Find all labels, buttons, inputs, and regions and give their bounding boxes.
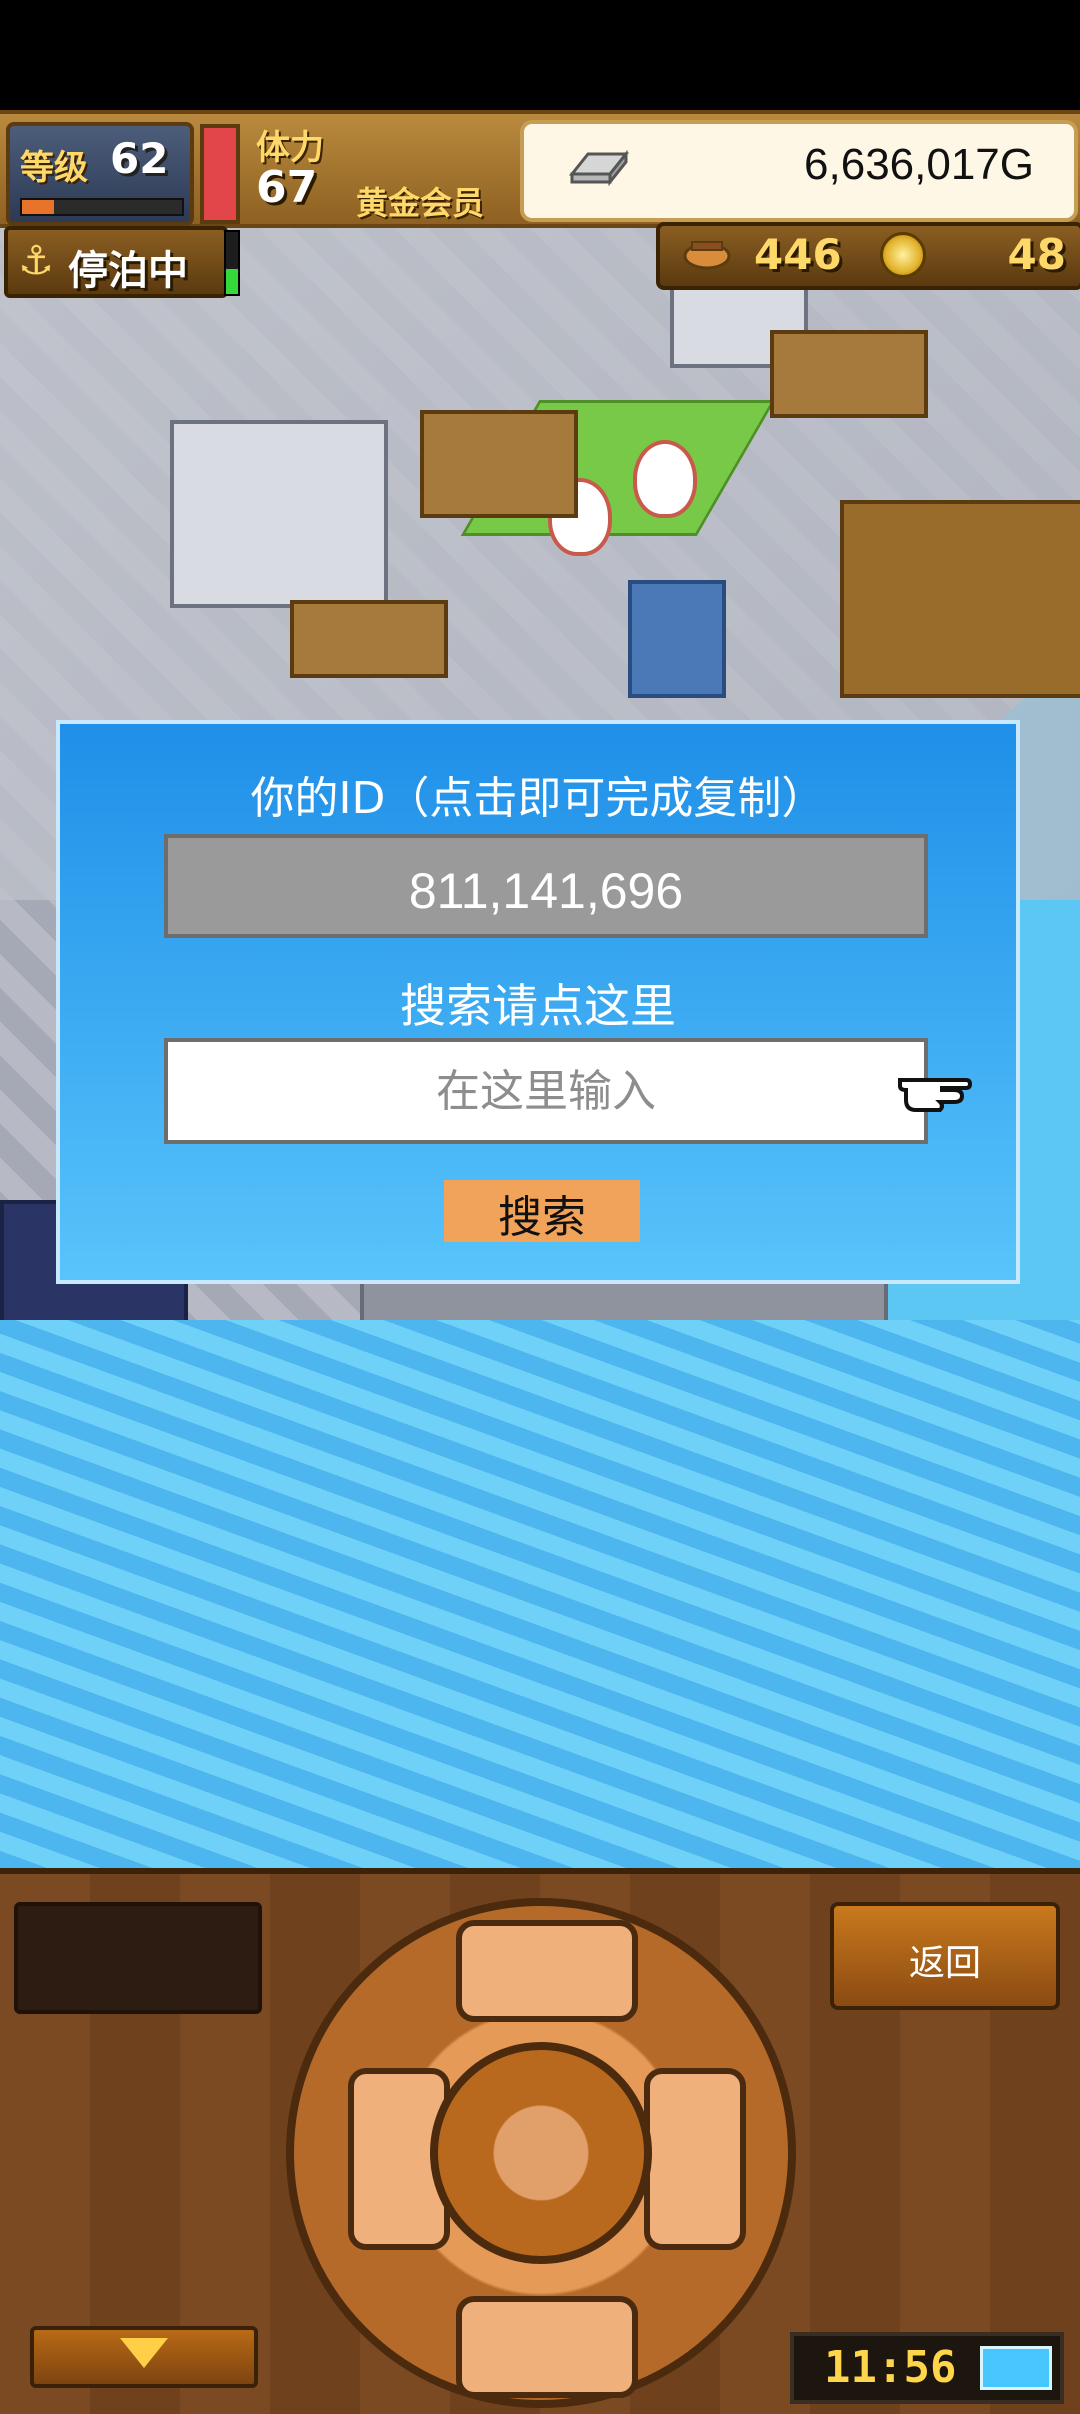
- market-stall-2: [770, 330, 928, 418]
- egg-right: [633, 440, 697, 518]
- docked-label: 停泊中: [68, 248, 188, 294]
- coin-icon: [880, 232, 926, 278]
- direction-pad[interactable]: [286, 1898, 796, 2408]
- search-title: 搜索请点这里: [400, 979, 676, 1033]
- search-input[interactable]: [164, 1038, 928, 1144]
- player-id-value[interactable]: 811,141,696: [168, 862, 924, 920]
- level-panel: 等级 62: [6, 122, 194, 226]
- stamina-fill: [204, 128, 236, 220]
- level-label: 等级: [20, 148, 88, 188]
- experience-bar: [20, 198, 184, 216]
- search-button[interactable]: 搜索: [444, 1180, 640, 1243]
- sea-water: [0, 1320, 1080, 1870]
- docked-indicator: [224, 230, 240, 296]
- dpad-right[interactable]: [644, 2068, 746, 2250]
- member-badge: 黄金会员: [356, 184, 485, 222]
- id-search-dialog: 你的ID（点击即可完成复制） 811,141,696 搜索请点这里 搜索: [56, 720, 1020, 1284]
- resource-value-1: 446: [754, 230, 842, 279]
- market-stall-3: [290, 600, 448, 678]
- top-black-bar: [0, 0, 1080, 110]
- dpad-up[interactable]: [456, 1920, 638, 2022]
- anchor-icon: ⚓: [18, 238, 54, 284]
- docked-indicator-fill: [226, 269, 238, 294]
- castle-tower-left: [170, 420, 388, 608]
- experience-fill: [22, 200, 54, 214]
- pointing-hand-icon: [898, 1078, 972, 1112]
- resource-value-2: 48: [1007, 230, 1066, 279]
- id-box[interactable]: 811,141,696: [164, 834, 928, 938]
- top-hud: 等级 62 体力 67 黄金会员 6,636,017G: [0, 110, 1080, 228]
- battery-charging-icon: [980, 2346, 1052, 2390]
- gold-value: 6,636,017G: [804, 140, 1034, 189]
- ship-icon: [683, 241, 731, 270]
- wooden-dock: [840, 500, 1080, 698]
- market-stall-1: [420, 410, 578, 518]
- back-button[interactable]: 返回: [830, 1902, 1060, 2010]
- silver-bar-icon: [568, 149, 630, 187]
- id-title: 你的ID（点击即可完成复制）: [250, 773, 826, 824]
- docked-status-badge: ⚓ 停泊中: [4, 226, 228, 298]
- gold-panel: 6,636,017G: [520, 120, 1078, 222]
- resource-panel: 446 48: [656, 222, 1080, 290]
- down-arrow-icon: [120, 2338, 168, 2368]
- dpad-center[interactable]: [430, 2042, 652, 2264]
- stamina-bar: [200, 124, 240, 224]
- clock-time: 11:56: [824, 2342, 957, 2393]
- time-display: 11:56: [790, 2332, 1064, 2404]
- stamina-value: 67: [256, 162, 318, 213]
- level-value: 62: [110, 134, 169, 183]
- down-button[interactable]: [30, 2326, 258, 2388]
- back-label: 返回: [908, 1943, 981, 1984]
- blue-tower: [628, 580, 726, 698]
- dpad-down[interactable]: [456, 2296, 638, 2398]
- empty-slot: [14, 1902, 262, 2014]
